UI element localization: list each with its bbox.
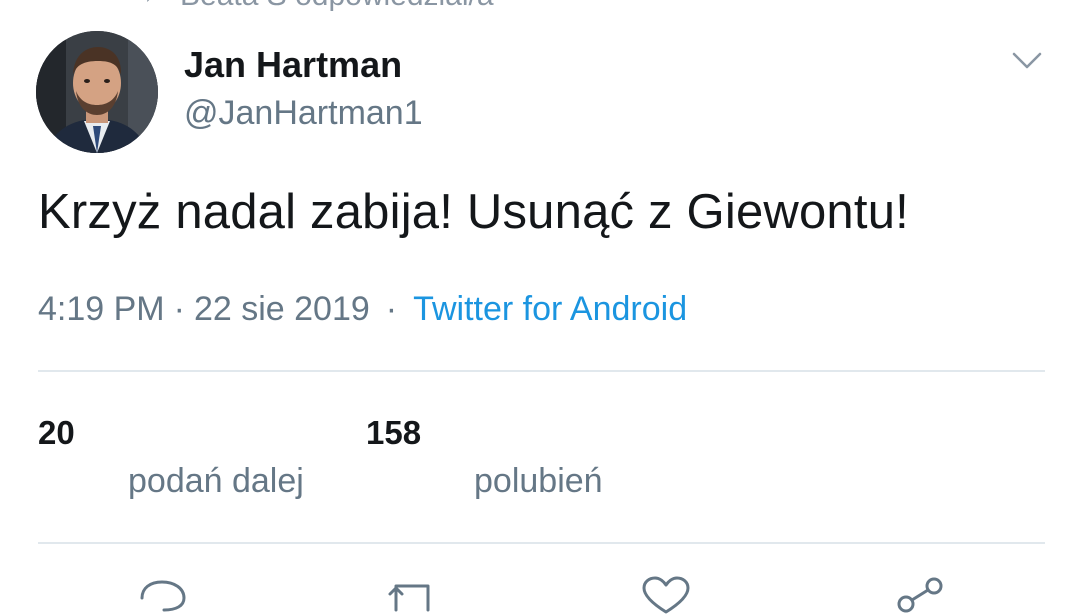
divider: [38, 370, 1045, 372]
tweet-date: 22 sie 2019: [193, 290, 370, 328]
reply-button[interactable]: [134, 574, 194, 614]
reply-arrow-icon: ➥: [130, 0, 160, 13]
author-handle[interactable]: @JanHartman1: [184, 94, 423, 133]
chevron-down-icon: [1012, 52, 1042, 69]
like-count[interactable]: 158: [366, 414, 421, 452]
reply-icon: [140, 580, 186, 612]
tweet-text: Krzyż nadal zabija! Usunąć z Giewontu!: [38, 185, 909, 239]
like-button[interactable]: [636, 574, 696, 614]
reply-context[interactable]: ➥ Beata S odpowiedział/a: [130, 0, 494, 13]
retweet-button[interactable]: [382, 574, 442, 614]
share-button[interactable]: [890, 574, 950, 614]
meta-separator: ·: [173, 290, 185, 328]
author-display-name[interactable]: Jan Hartman: [184, 44, 402, 86]
reply-context-text: Beata S odpowiedział/a: [180, 0, 494, 12]
tweet-time: 4:19 PM: [38, 290, 165, 328]
share-icon: [897, 577, 943, 613]
tweet-meta: 4:19 PM · 22 sie 2019 · Twitter for Android: [38, 290, 687, 329]
profile-photo-icon: [36, 31, 158, 153]
retweet-count[interactable]: 20: [38, 414, 75, 452]
retweet-icon: [388, 584, 430, 612]
like-label[interactable]: polubień: [474, 462, 603, 501]
tweet-menu-button[interactable]: [1010, 46, 1044, 76]
divider: [38, 542, 1045, 544]
avatar[interactable]: [36, 31, 158, 153]
retweet-label[interactable]: podań dalej: [128, 462, 304, 501]
tweet-source-link[interactable]: Twitter for Android: [413, 290, 687, 328]
meta-separator: ·: [385, 290, 398, 328]
like-heart-icon: [642, 576, 690, 614]
